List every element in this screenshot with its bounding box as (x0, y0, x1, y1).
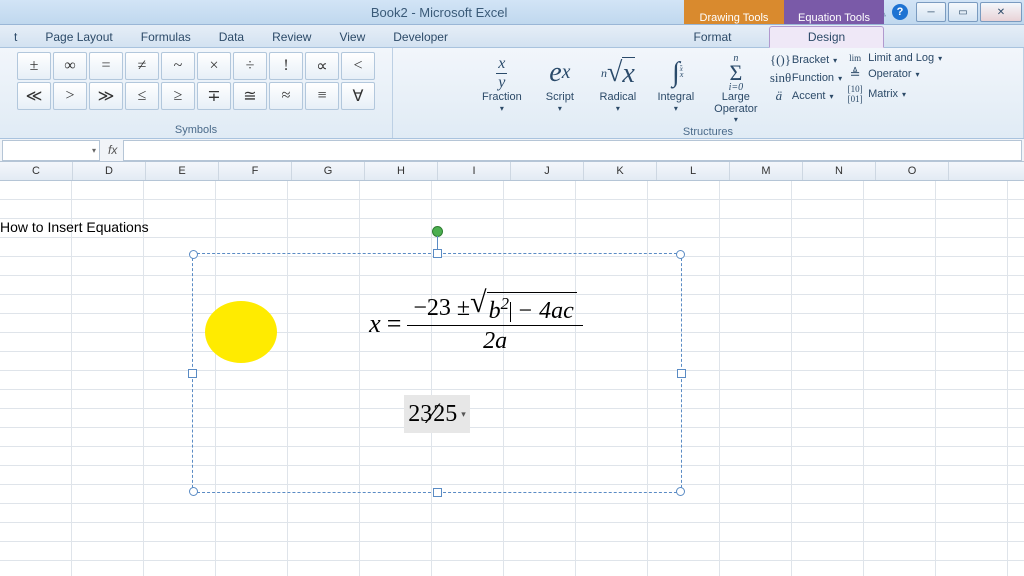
group-label-symbols: Symbols (175, 124, 217, 138)
help-icon[interactable]: ? (892, 4, 908, 20)
large-operator-button[interactable]: nΣi=0 Large Operator▾ (706, 52, 766, 126)
symbols-grid: ±∞=≠~×÷!∝< ≪>≫≤≥∓≅≈≡∀ (17, 52, 375, 110)
equation-options-icon[interactable]: ▾ (461, 409, 466, 420)
equation-content[interactable]: x = −23 ± √ b2 − 4ac 2a (193, 254, 681, 492)
equation-shape[interactable]: x = −23 ± √ b2 − 4ac 2a (192, 253, 682, 493)
spreadsheet-grid[interactable]: How to Insert Equations x = −23 ± √ (0, 181, 1024, 576)
group-label-structures: Structures (683, 126, 733, 140)
symbol-button-18[interactable]: ≡ (305, 82, 339, 110)
symbol-button-13[interactable]: ≤ (125, 82, 159, 110)
eq-sqrt: √ b2 − 4ac (470, 292, 577, 325)
symbol-button-16[interactable]: ≅ (233, 82, 267, 110)
eq-fraction: −23 ± √ b2 − 4ac 2a (407, 292, 582, 355)
fraction-button[interactable]: xy Fraction▾ (474, 52, 530, 126)
ribbon-tabs: t Page Layout Formulas Data Review View … (0, 25, 1024, 48)
symbol-button-4[interactable]: ~ (161, 52, 195, 80)
context-tab-drawing[interactable]: Drawing Tools (684, 0, 784, 24)
accent-icon: ä (770, 88, 788, 104)
ribbon-body: ±∞=≠~×÷!∝< ≪>≫≤≥∓≅≈≡∀ Symbols xy Fraction… (0, 48, 1024, 139)
symbol-button-14[interactable]: ≥ (161, 82, 195, 110)
symbol-button-0[interactable]: ± (17, 52, 51, 80)
close-button[interactable]: ✕ (980, 2, 1022, 22)
symbol-button-17[interactable]: ≈ (269, 82, 303, 110)
limit-icon: lim (846, 53, 864, 63)
symbol-button-6[interactable]: ÷ (233, 52, 267, 80)
column-headers: CDEFGHIJKLMNO (0, 162, 1024, 181)
eq-denominator: 2a (483, 326, 507, 355)
column-header-O[interactable]: O (876, 162, 949, 180)
symbol-button-12[interactable]: ≫ (89, 82, 123, 110)
fraction-icon: xy (496, 54, 507, 92)
tab-review[interactable]: Review (258, 27, 325, 47)
column-header-C[interactable]: C (0, 162, 73, 180)
formula-input[interactable] (123, 140, 1022, 161)
script-icon: ex (549, 54, 570, 92)
radical-button[interactable]: n√x Radical▾ (590, 52, 646, 126)
sigma-icon: nΣi=0 (729, 54, 744, 92)
name-box-dropdown-icon[interactable]: ▾ (92, 146, 99, 155)
fx-icon[interactable]: fx (102, 143, 123, 157)
eq-equals: = (387, 309, 402, 339)
function-button[interactable]: sinθFunction ▾ (770, 70, 842, 86)
tab-view[interactable]: View (325, 27, 379, 47)
tab-data[interactable]: Data (205, 27, 258, 47)
group-structures: xy Fraction▾ ex Script▾ n√x Radical▾ ∫x-… (393, 48, 1024, 138)
eq-lhs: x (369, 309, 381, 339)
matrix-button[interactable]: [10][01]Matrix ▾ (846, 84, 942, 104)
symbol-button-10[interactable]: ≪ (17, 82, 51, 110)
context-tab-equation[interactable]: Equation Tools (784, 0, 884, 24)
title-bar: Book2 - Microsoft Excel Drawing Tools Eq… (0, 0, 1024, 25)
limit-log-button[interactable]: limLimit and Log ▾ (846, 52, 942, 64)
column-header-E[interactable]: E (146, 162, 219, 180)
operator-button[interactable]: ≜Operator ▾ (846, 66, 942, 82)
symbol-button-8[interactable]: ∝ (305, 52, 339, 80)
equation-fraction-skew[interactable]: 23 ⁄ 25 ▾ (404, 395, 470, 433)
column-header-L[interactable]: L (657, 162, 730, 180)
large-operator-label: Large Operator (714, 92, 757, 115)
symbol-button-15[interactable]: ∓ (197, 82, 231, 110)
matrix-icon: [10][01] (846, 84, 864, 104)
group-symbols: ±∞=≠~×÷!∝< ≪>≫≤≥∓≅≈≡∀ Symbols (0, 48, 393, 138)
symbol-button-9[interactable]: < (341, 52, 375, 80)
name-box[interactable]: ▾ (2, 140, 100, 161)
symbol-button-2[interactable]: = (89, 52, 123, 80)
column-header-K[interactable]: K (584, 162, 657, 180)
column-header-F[interactable]: F (219, 162, 292, 180)
maximize-button[interactable]: ▭ (948, 2, 978, 22)
tab-page-layout[interactable]: Page Layout (31, 27, 126, 47)
column-header-I[interactable]: I (438, 162, 511, 180)
symbol-button-3[interactable]: ≠ (125, 52, 159, 80)
column-header-H[interactable]: H (365, 162, 438, 180)
symbol-button-7[interactable]: ! (269, 52, 303, 80)
column-header-M[interactable]: M (730, 162, 803, 180)
contextual-tab-strip: Drawing Tools Equation Tools (684, 0, 884, 24)
cell-text: How to Insert Equations (0, 219, 149, 235)
bracket-button[interactable]: {()}Bracket ▾ (770, 52, 842, 68)
tab-formulas[interactable]: Formulas (127, 27, 205, 47)
formula-bar: ▾ fx (0, 139, 1024, 162)
equation-quadratic[interactable]: x = −23 ± √ b2 − 4ac 2a (291, 292, 583, 355)
minimize-button[interactable]: ─ (916, 2, 946, 22)
accent-button[interactable]: äAccent ▾ (770, 88, 842, 104)
cursor-highlight (205, 301, 277, 363)
integral-button[interactable]: ∫x-x Integral▾ (648, 52, 704, 126)
column-header-J[interactable]: J (511, 162, 584, 180)
symbol-button-1[interactable]: ∞ (53, 52, 87, 80)
tab-format[interactable]: Format (656, 27, 769, 47)
column-header-G[interactable]: G (292, 162, 365, 180)
tab-fragment[interactable]: t (0, 27, 31, 47)
symbol-button-19[interactable]: ∀ (341, 82, 375, 110)
tab-design[interactable]: Design (769, 26, 884, 48)
column-header-N[interactable]: N (803, 162, 876, 180)
radical-icon: n√x (601, 54, 635, 92)
column-header-D[interactable]: D (73, 162, 146, 180)
tab-developer[interactable]: Developer (379, 27, 462, 47)
bracket-icon: {()} (770, 52, 788, 68)
symbol-button-5[interactable]: × (197, 52, 231, 80)
function-icon: sinθ (770, 70, 788, 86)
integral-icon: ∫x-x (672, 54, 680, 92)
script-button[interactable]: ex Script▾ (532, 52, 588, 126)
operator-icon: ≜ (846, 66, 864, 82)
symbol-button-11[interactable]: > (53, 82, 87, 110)
